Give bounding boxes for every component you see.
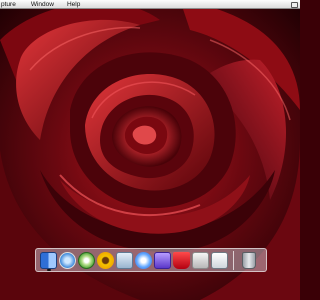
menu-help[interactable]: Help xyxy=(63,0,85,9)
finder-icon[interactable] xyxy=(40,252,57,271)
iphoto-icon[interactable] xyxy=(97,252,114,269)
garageband-icon[interactable] xyxy=(173,252,190,269)
menu-capture[interactable]: pture xyxy=(0,0,21,9)
menu-bar: pture Window Help xyxy=(0,0,300,9)
running-indicator xyxy=(47,269,51,271)
trash-icon[interactable] xyxy=(242,252,256,269)
dock-separator xyxy=(233,251,234,270)
menu-extras xyxy=(291,0,298,9)
dock xyxy=(35,248,267,272)
menu-window[interactable]: Window xyxy=(27,0,59,9)
safari-icon[interactable] xyxy=(59,252,76,269)
itunes-icon[interactable] xyxy=(78,252,95,269)
imovie-icon[interactable] xyxy=(154,252,171,269)
preview-icon[interactable] xyxy=(211,252,228,269)
desktop: pture Window Help xyxy=(0,0,300,300)
ichat-icon[interactable] xyxy=(135,252,152,269)
mail-icon[interactable] xyxy=(116,252,133,269)
system-preferences-icon[interactable] xyxy=(192,252,209,269)
display-menu-icon[interactable] xyxy=(291,1,298,8)
